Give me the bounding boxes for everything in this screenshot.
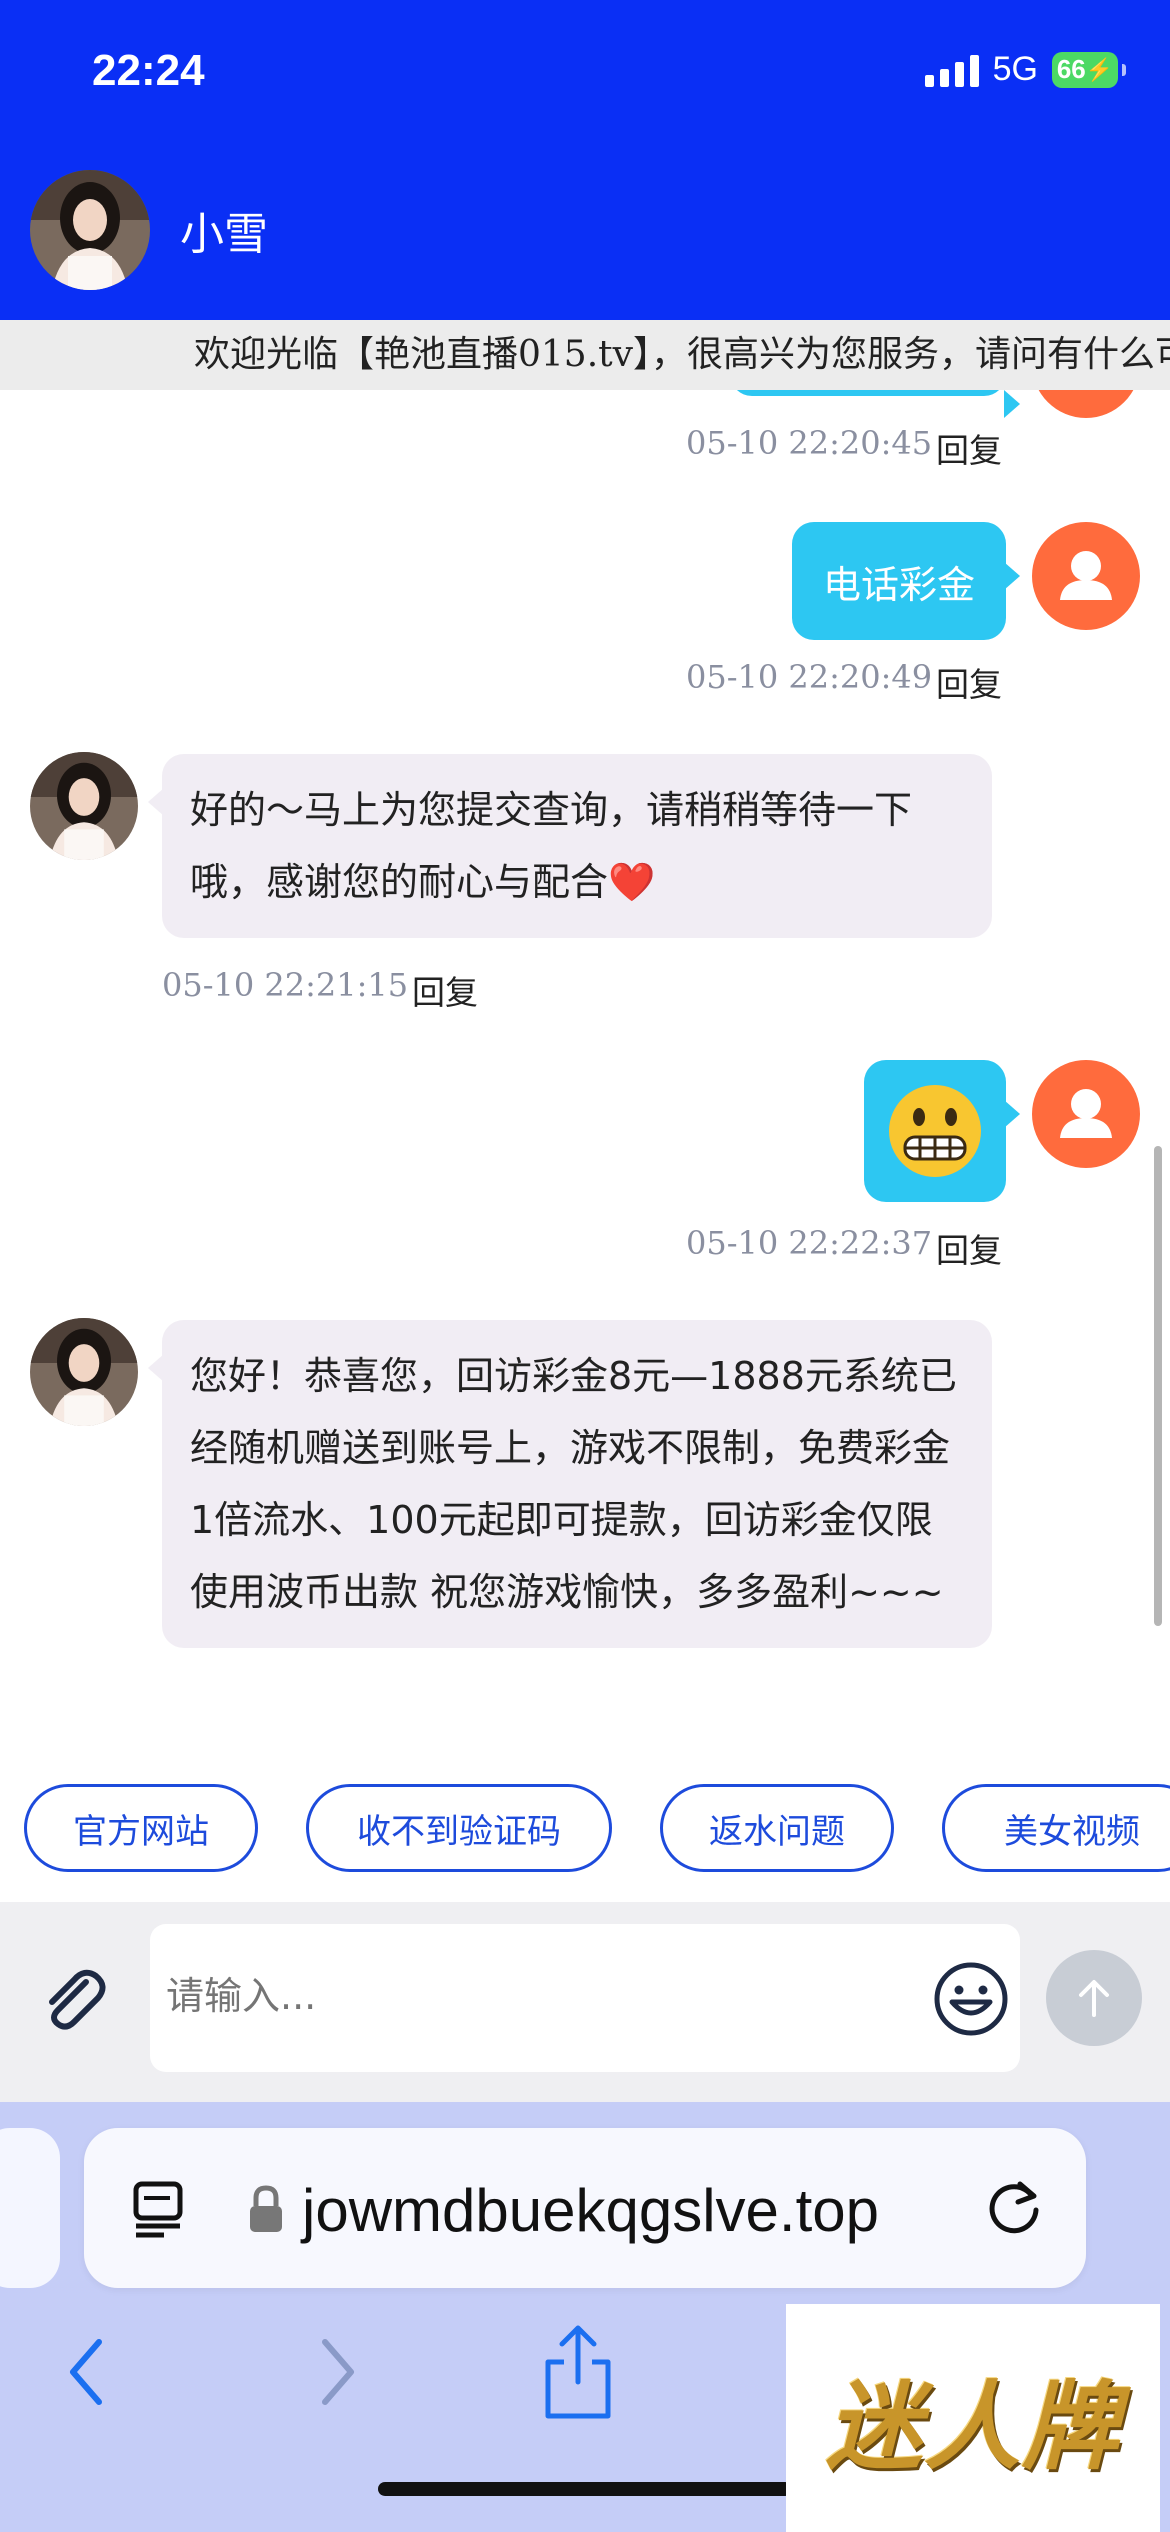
notice-text: 欢迎光临【艳池直播015.tv】，很高兴为您服务，请问有什么可以帮您 [194,334,1170,375]
paperclip-icon[interactable] [34,1960,114,2040]
address-bar[interactable]: jowmdbuekqgslve.top [84,2128,1086,2288]
quick-replies: 官方网站 收不到验证码 返水问题 美女视频 [0,1752,1170,1902]
send-button[interactable] [1046,1950,1142,2046]
notice-marquee: 欢迎光临【艳池直播015.tv】，很高兴为您服务，请问有什么可以帮您 [0,320,1170,390]
home-indicator [378,2482,792,2496]
cellular-signal-icon [924,53,979,87]
message-input-bar [0,1902,1170,2102]
message-text: 您好！恭喜您，回访彩金8元—1888元系统已经随机赠送到账号上，游戏不限制，免费… [190,1354,957,1614]
message-input-container [150,1924,1020,2072]
watermark-text: 迷人牌 [826,2369,1120,2483]
user-avatar [1032,522,1140,630]
message-bubble-outgoing [864,1060,1020,1202]
reply-link[interactable]: 回复 [412,966,478,1014]
user-icon [1060,551,1112,600]
message-timestamp: 05-10 22:20:45 [686,424,933,462]
agent-name: 小雪 [180,209,268,260]
message-input[interactable] [166,1968,866,2024]
lock-icon [246,2184,286,2234]
battery-icon: 66 ⚡ [1052,51,1126,88]
share-icon[interactable] [538,2322,618,2422]
emoji-picker-icon[interactable] [932,1960,1010,2038]
reply-link[interactable]: 回复 [936,424,1002,472]
quick-reply-rebate-question[interactable]: 返水问题 [660,1784,894,1872]
back-chevron-icon[interactable] [46,2322,126,2422]
url-text: jowmdbuekqgslve.top [302,2177,880,2244]
reply-link[interactable]: 回复 [936,1224,1002,1272]
message-bubble-incoming: 好的～马上为您提交查询，请稍稍等待一下哦，感谢您的耐心与配合❤️ [148,754,992,938]
forward-chevron-icon[interactable] [298,2322,378,2422]
message-timestamp: 05-10 22:20:49 [686,658,933,696]
chat-header: 22:24 5G 66 ⚡ 小雪 [0,0,1170,320]
previous-tab-preview[interactable] [0,2128,60,2288]
status-time: 22:24 [92,46,205,95]
message-timestamp: 05-10 22:22:37 [686,1224,933,1262]
quick-reply-video[interactable]: 美女视频 [942,1784,1170,1872]
message-bubble-incoming: 您好！恭喜您，回访彩金8元—1888元系统已经随机赠送到账号上，游戏不限制，免费… [148,1320,992,1648]
reload-icon[interactable] [980,2174,1048,2242]
quick-reply-no-verification-code[interactable]: 收不到验证码 [306,1784,612,1872]
watermark-logo: 迷人牌 [786,2304,1160,2532]
message-bubble-outgoing-partial [730,390,1020,418]
message-text: 电话彩金 [822,562,975,607]
arrow-up-icon [1079,1980,1109,2017]
chat-messages[interactable]: 05-10 22:20:45 回复 电话彩金 05-10 22:20:49 回复… [0,390,1170,1752]
message-timestamp: 05-10 22:21:15 [162,966,409,1004]
message-text: 好的～马上为您提交查询，请稍稍等待一下哦，感谢您的耐心与配合❤️ [190,788,913,904]
network-type: 5G [992,50,1038,88]
user-avatar [1032,390,1140,418]
quick-reply-official-site[interactable]: 官方网站 [24,1784,258,1872]
agent-avatar [30,752,138,860]
chat-scrollbar[interactable] [1154,1146,1162,1626]
grimacing-emoji-icon [889,1085,981,1177]
status-indicators: 5G 66 ⚡ [924,50,1126,89]
battery-level: 66 [1056,54,1086,84]
reader-mode-icon[interactable] [130,2178,190,2238]
user-icon [1060,1089,1112,1138]
message-bubble-outgoing: 电话彩金 [792,522,1020,640]
reply-link[interactable]: 回复 [936,658,1002,706]
agent-avatar[interactable] [30,170,150,290]
agent-avatar [30,1318,138,1426]
user-avatar [1032,1060,1140,1168]
